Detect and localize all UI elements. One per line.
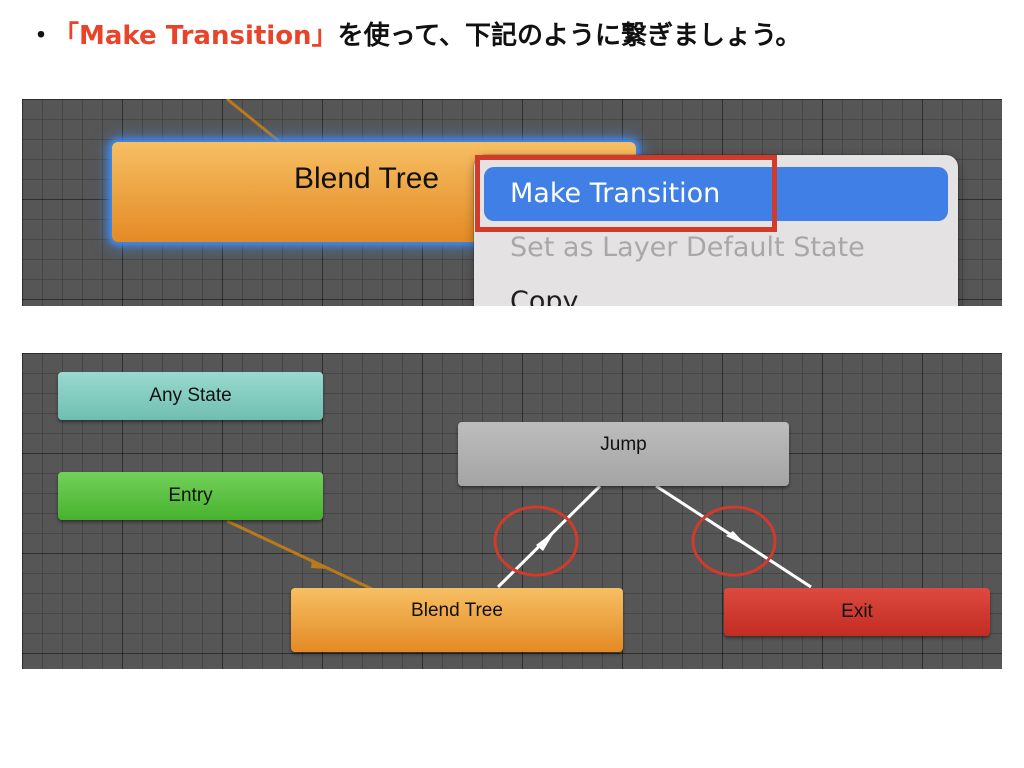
animator-graph-bottom[interactable]: Any State Entry Jump Blend Tree Exit	[22, 353, 1002, 669]
annotation-highlight-box	[475, 155, 777, 232]
entry-transition-arrow-icon	[311, 559, 328, 569]
entry-label: Entry	[168, 485, 213, 506]
any-state-node[interactable]: Any State	[58, 372, 323, 420]
instruction-rest: を使って、下記のように繋ぎましょう。	[337, 21, 802, 51]
entry-node[interactable]: Entry	[58, 472, 323, 520]
bullet: ・	[28, 21, 55, 51]
entry-to-blend-tree-transition	[226, 519, 373, 591]
annotation-circle-right	[691, 505, 777, 577]
jump-state-node[interactable]: Jump	[458, 422, 789, 486]
jump-label: Jump	[600, 434, 647, 455]
exit-label: Exit	[841, 601, 873, 622]
instruction-highlight: 「Make Transition」	[66, 21, 338, 51]
menu-item-copy[interactable]: Copy	[484, 275, 948, 306]
blend-tree-node[interactable]: Blend Tree	[291, 588, 623, 652]
exit-node[interactable]: Exit	[724, 588, 990, 636]
any-state-label: Any State	[149, 385, 232, 406]
instruction-text: ・「Make Transition」を使って、下記のように繋ぎましょう。	[28, 16, 801, 56]
blend-tree-label: Blend Tree	[294, 162, 440, 195]
default-transition-line	[226, 99, 281, 144]
annotation-circle-left	[493, 505, 579, 577]
blend-tree-node-label: Blend Tree	[411, 600, 503, 621]
animator-graph-top[interactable]: Blend Tree Make Transition Set as Layer …	[22, 99, 1002, 306]
